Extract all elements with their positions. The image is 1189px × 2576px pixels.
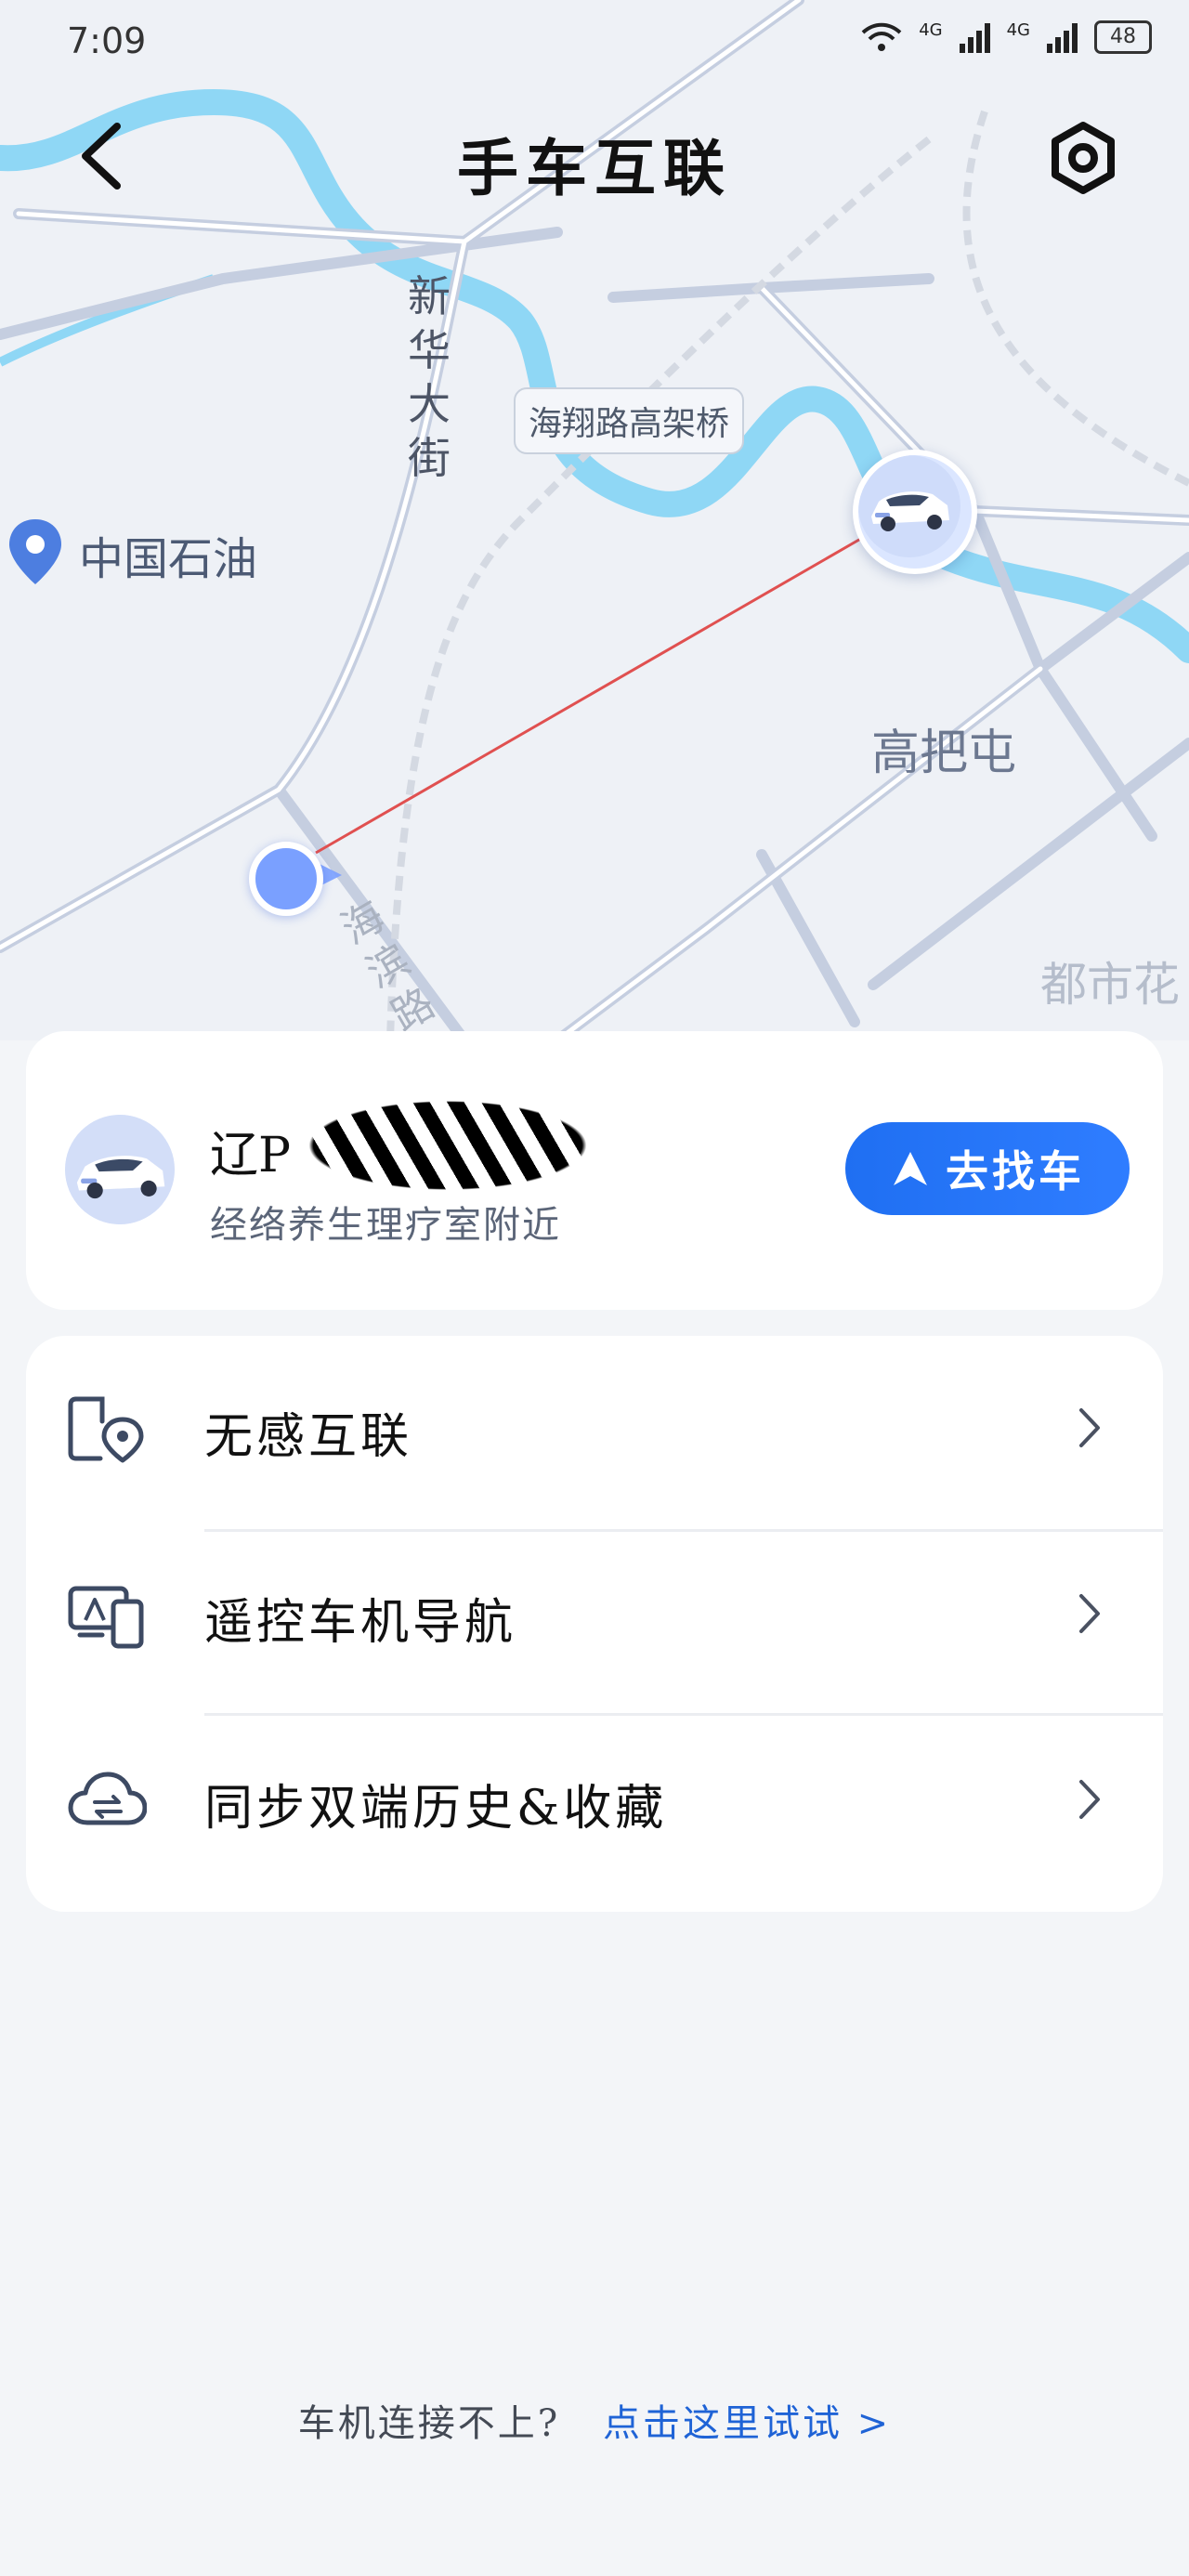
car-location-text: 经络养生理疗室附近 [210,1204,561,1247]
bridge-label[interactable]: 海翔路高架桥 [514,387,745,454]
status-icons: 4G 4G 48 [861,20,1152,54]
menu-item-sync-history[interactable]: 同步双端历史&收藏 [26,1707,1163,1891]
network-4g-2: 4G [1006,20,1030,40]
feature-menu: 无感互联 遥控车机导航 同步双端历史&收藏 [26,1336,1163,1912]
car-location-marker[interactable] [853,450,977,574]
page-title: 手车互联 [457,132,732,204]
district-label-2: 都市花 [1040,958,1180,1012]
cloud-sync-icon [68,1772,147,1825]
menu-label: 同步双端历史&收藏 [204,1781,668,1837]
menu-item-seamless-connect[interactable]: 无感互联 [26,1336,1163,1520]
signal-icon-2 [1047,21,1078,53]
plate-redaction [294,1096,601,1195]
license-plate: 辽P [210,1096,601,1195]
status-time: 7:09 [67,20,147,61]
navigate-arrow-icon [894,1152,927,1185]
menu-label: 无感互联 [204,1409,413,1465]
find-car-button[interactable]: 去找车 [845,1122,1130,1215]
chevron-right-icon [1079,1780,1100,1819]
menu-item-remote-navigation[interactable]: 遥控车机导航 [26,1522,1163,1706]
wifi-icon [861,22,902,51]
find-car-label: 去找车 [946,1146,1085,1196]
district-label: 高把屯 [871,726,1017,781]
signal-icon [959,21,990,53]
battery-icon: 48 [1094,20,1152,54]
screen-phone-icon [68,1586,144,1649]
phone-location-icon [68,1396,144,1463]
poi-pin-icon [9,519,61,584]
poi-label[interactable]: 中国石油 [79,522,257,587]
settings-hex-icon[interactable] [1046,121,1120,195]
network-4g-1: 4G [919,20,943,40]
help-question: 车机连接不上? [297,2402,561,2445]
car-icon [858,455,960,557]
car-avatar [65,1115,175,1224]
chevron-right-icon [1079,1408,1100,1447]
street-label: 新华大街 [401,269,457,485]
my-location-dot [249,842,323,916]
plate-prefix: 辽P [210,1127,291,1183]
street-label-text: 新华大街 [408,271,451,483]
status-bar: 7:09 4G 4G 48 [0,0,1189,84]
menu-label: 遥控车机导航 [204,1595,517,1651]
car-card[interactable]: 辽P 经络养生理疗室附近 去找车 [26,1031,1163,1310]
help-link[interactable]: 点击这里试试 > [603,2402,891,2445]
connection-help: 车机连接不上? 点击这里试试 > [0,2393,1189,2447]
car-icon [65,1115,175,1224]
chevron-right-icon [1079,1594,1100,1633]
